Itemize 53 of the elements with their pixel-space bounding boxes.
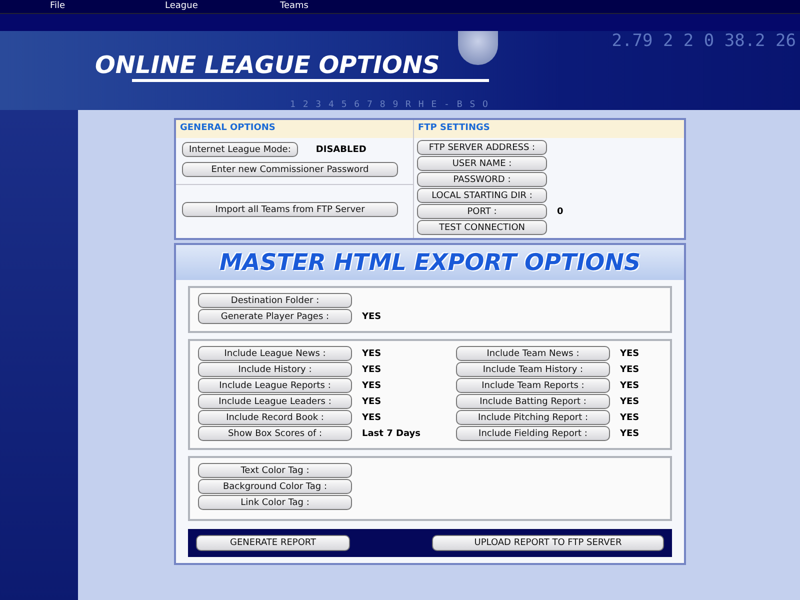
option-button[interactable]: Include League Leaders :: [198, 394, 352, 409]
option-value: YES: [362, 364, 382, 374]
option-button[interactable]: TEST CONNECTION: [417, 220, 547, 235]
scoreboard-labels: 1 2 3 4 5 6 7 8 9 R H E - B S O: [289, 100, 490, 110]
option-button[interactable]: USER NAME :: [417, 156, 547, 171]
option-value: YES: [620, 348, 640, 358]
option-button[interactable]: Include Fielding Report :: [456, 426, 610, 441]
option-value: YES: [620, 412, 640, 422]
option-button[interactable]: Include Team News :: [456, 346, 610, 361]
option-button[interactable]: Include League Reports :: [198, 378, 352, 393]
scoreline-text: 2.79 2 2 0 38.2 26: [612, 31, 797, 51]
option-value: 0: [557, 206, 564, 216]
option-button[interactable]: Background Color Tag :: [198, 479, 352, 494]
option-button[interactable]: Include History :: [198, 362, 352, 377]
option-value: YES: [362, 312, 382, 322]
option-button[interactable]: Include League News :: [198, 346, 352, 361]
option-button[interactable]: Show Box Scores of :: [198, 426, 352, 441]
option-button[interactable]: Text Color Tag :: [198, 463, 352, 478]
option-button[interactable]: Generate Player Pages :: [198, 309, 352, 324]
option-button[interactable]: Include Pitching Report :: [456, 410, 610, 425]
baseball-icon: [458, 31, 498, 65]
section-title: MASTER HTML EXPORT OPTIONS: [176, 245, 684, 280]
section-heading: FTP SETTINGS: [414, 120, 684, 138]
option-button[interactable]: Enter new Commissioner Password: [182, 162, 398, 177]
option-value: YES: [620, 364, 640, 374]
menu-item[interactable]: League: [165, 0, 280, 13]
option-value: YES: [620, 380, 640, 390]
option-value: DISABLED: [316, 144, 366, 154]
section-heading: GENERAL OPTIONS: [176, 120, 413, 138]
option-button[interactable]: Destination Folder :: [198, 293, 352, 308]
option-button[interactable]: Import all Teams from FTP Server: [182, 202, 398, 217]
option-button[interactable]: Include Team History :: [456, 362, 610, 377]
option-button[interactable]: PASSWORD :: [417, 172, 547, 187]
option-button[interactable]: LOCAL STARTING DIR :: [417, 188, 547, 203]
option-button[interactable]: Internet League Mode:: [182, 142, 298, 157]
option-value: YES: [362, 396, 382, 406]
option-button[interactable]: Include Batting Report :: [456, 394, 610, 409]
option-value: YES: [362, 348, 382, 358]
option-button[interactable]: Link Color Tag :: [198, 495, 352, 510]
action-button[interactable]: UPLOAD REPORT TO FTP SERVER: [432, 535, 664, 551]
page-title: ONLINE LEAGUE OPTIONS: [95, 51, 440, 79]
option-button[interactable]: Include Record Book :: [198, 410, 352, 425]
option-button[interactable]: FTP SERVER ADDRESS :: [417, 140, 547, 155]
option-value: Last 7 Days: [362, 428, 420, 438]
option-button[interactable]: PORT :: [417, 204, 547, 219]
option-value: YES: [362, 412, 382, 422]
menu-item[interactable]: Teams: [280, 0, 395, 13]
option-button[interactable]: Include Team Reports :: [456, 378, 610, 393]
menu-item[interactable]: File: [50, 0, 165, 13]
option-value: YES: [620, 428, 640, 438]
action-button[interactable]: GENERATE REPORT: [196, 535, 350, 551]
option-value: YES: [620, 396, 640, 406]
option-value: YES: [362, 380, 382, 390]
